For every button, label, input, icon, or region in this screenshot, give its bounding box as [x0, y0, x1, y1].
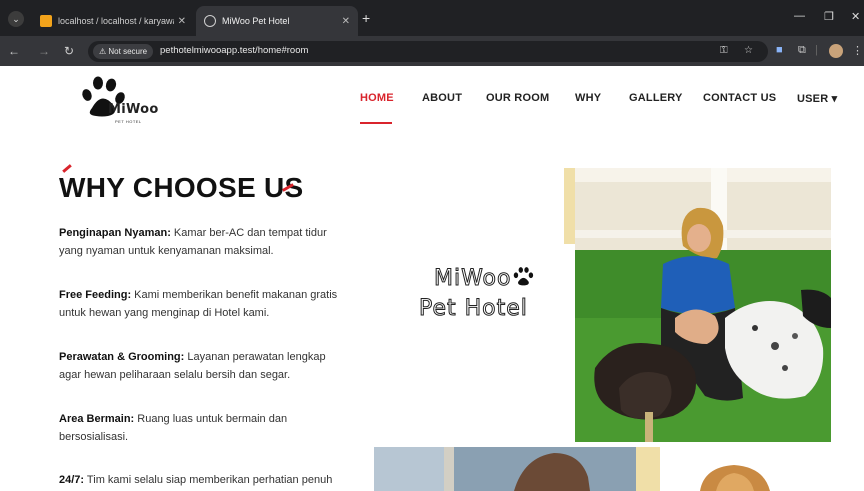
forward-arrow-icon[interactable]: →: [38, 44, 50, 58]
feature-title: Perawatan & Grooming:: [59, 351, 185, 363]
tab-close-icon[interactable]: ✕: [342, 16, 350, 27]
new-tab-button[interactable]: +: [362, 11, 370, 25]
paw-print-icon: [513, 267, 534, 286]
nav-why[interactable]: WHY: [575, 92, 601, 104]
tab-search-chevron-icon[interactable]: ⌄: [8, 11, 24, 27]
more-menu-icon[interactable]: ⋮: [852, 44, 863, 57]
photo-illustration: [575, 168, 831, 442]
extensions-puzzle-icon[interactable]: ⧉: [798, 44, 806, 57]
nav-about[interactable]: ABOUT: [422, 92, 462, 104]
tab-title: localhost / localhost / karyawan: [58, 16, 174, 26]
profile-avatar[interactable]: [829, 44, 843, 58]
logo-subtitle: PET HOTEL: [115, 119, 142, 124]
logo-brand-text: MiWoo: [108, 102, 159, 117]
address-bar[interactable]: ⚠ Not secure pethotelmiwooapp.test/home#…: [88, 41, 768, 62]
bookmark-star-icon[interactable]: ☆: [744, 45, 753, 56]
page-viewport: MiWoo PET HOTEL HOME ABOUT OUR ROOM WHY …: [0, 66, 864, 491]
nav-user-dropdown[interactable]: USER ▾: [797, 92, 837, 105]
tab-miwoo[interactable]: MiWoo Pet Hotel ✕: [196, 6, 358, 36]
feature-item: Perawatan & Grooming: Layanan perawatan …: [59, 348, 349, 384]
extension-icon[interactable]: ■: [776, 44, 783, 56]
woman-with-dogs-photo: [575, 168, 831, 442]
photo-illustration: [374, 447, 660, 491]
feature-item: 24/7: Tim kami selalu siap memberikan pe…: [59, 471, 349, 489]
nav-gallery[interactable]: GALLERY: [629, 92, 683, 104]
maximize-icon[interactable]: ❐: [824, 10, 834, 23]
golden-dog-photo: [690, 461, 780, 491]
active-nav-underline: [360, 122, 392, 124]
feature-title: Area Bermain:: [59, 413, 135, 425]
nav-home[interactable]: HOME: [360, 92, 394, 104]
brand-card-line1: MiWoo: [433, 266, 512, 292]
feature-title: Free Feeding:: [59, 289, 132, 301]
globe-favicon-icon: [204, 15, 216, 27]
feature-title: 24/7:: [59, 474, 85, 486]
nav-our-room[interactable]: OUR ROOM: [486, 92, 549, 104]
feature-text: Tim kami selalu siap memberikan perhatia…: [84, 474, 333, 486]
back-arrow-icon[interactable]: ←: [8, 44, 20, 58]
tab-close-icon[interactable]: ✕: [178, 16, 186, 27]
url-text[interactable]: pethotelmiwooapp.test/home#room: [160, 45, 308, 56]
tab-title: MiWoo Pet Hotel: [222, 16, 290, 26]
feature-item: Penginapan Nyaman: Kamar ber-AC dan temp…: [59, 224, 349, 260]
not-secure-badge[interactable]: ⚠ Not secure: [93, 44, 154, 59]
password-key-icon[interactable]: ⚿: [720, 45, 728, 56]
phpmyadmin-favicon-icon: [40, 15, 52, 27]
browser-tab-strip: ⌄ localhost / localhost / karyawan ✕ MiW…: [0, 0, 864, 36]
toolbar-divider: |: [815, 44, 818, 56]
brand-card-line2: Pet Hotel: [419, 296, 528, 322]
photo-illustration: [690, 461, 780, 491]
feature-item: Area Bermain: Ruang luas untuk bermain d…: [59, 410, 349, 446]
browser-toolbar: ← → ↻ ⚠ Not secure pethotelmiwooapp.test…: [0, 36, 864, 66]
warning-icon: ⚠: [99, 47, 107, 56]
reload-icon[interactable]: ↻: [64, 44, 74, 58]
nav-contact-us[interactable]: CONTACT US: [703, 92, 776, 104]
miwoo-brand-card: MiWoo Pet Hotel: [400, 246, 560, 356]
feature-title: Penginapan Nyaman:: [59, 227, 171, 239]
not-secure-label: Not secure: [108, 47, 148, 56]
minimize-icon[interactable]: —: [794, 10, 805, 22]
tab-localhost[interactable]: localhost / localhost / karyawan ✕: [32, 6, 194, 36]
bottom-gallery-photo: [374, 447, 660, 491]
site-logo[interactable]: MiWoo PET HOTEL: [78, 74, 168, 130]
feature-item: Free Feeding: Kami memberikan benefit ma…: [59, 286, 349, 322]
why-heading: WHY CHOOSE US: [59, 172, 304, 203]
close-window-icon[interactable]: ✕: [851, 10, 860, 23]
